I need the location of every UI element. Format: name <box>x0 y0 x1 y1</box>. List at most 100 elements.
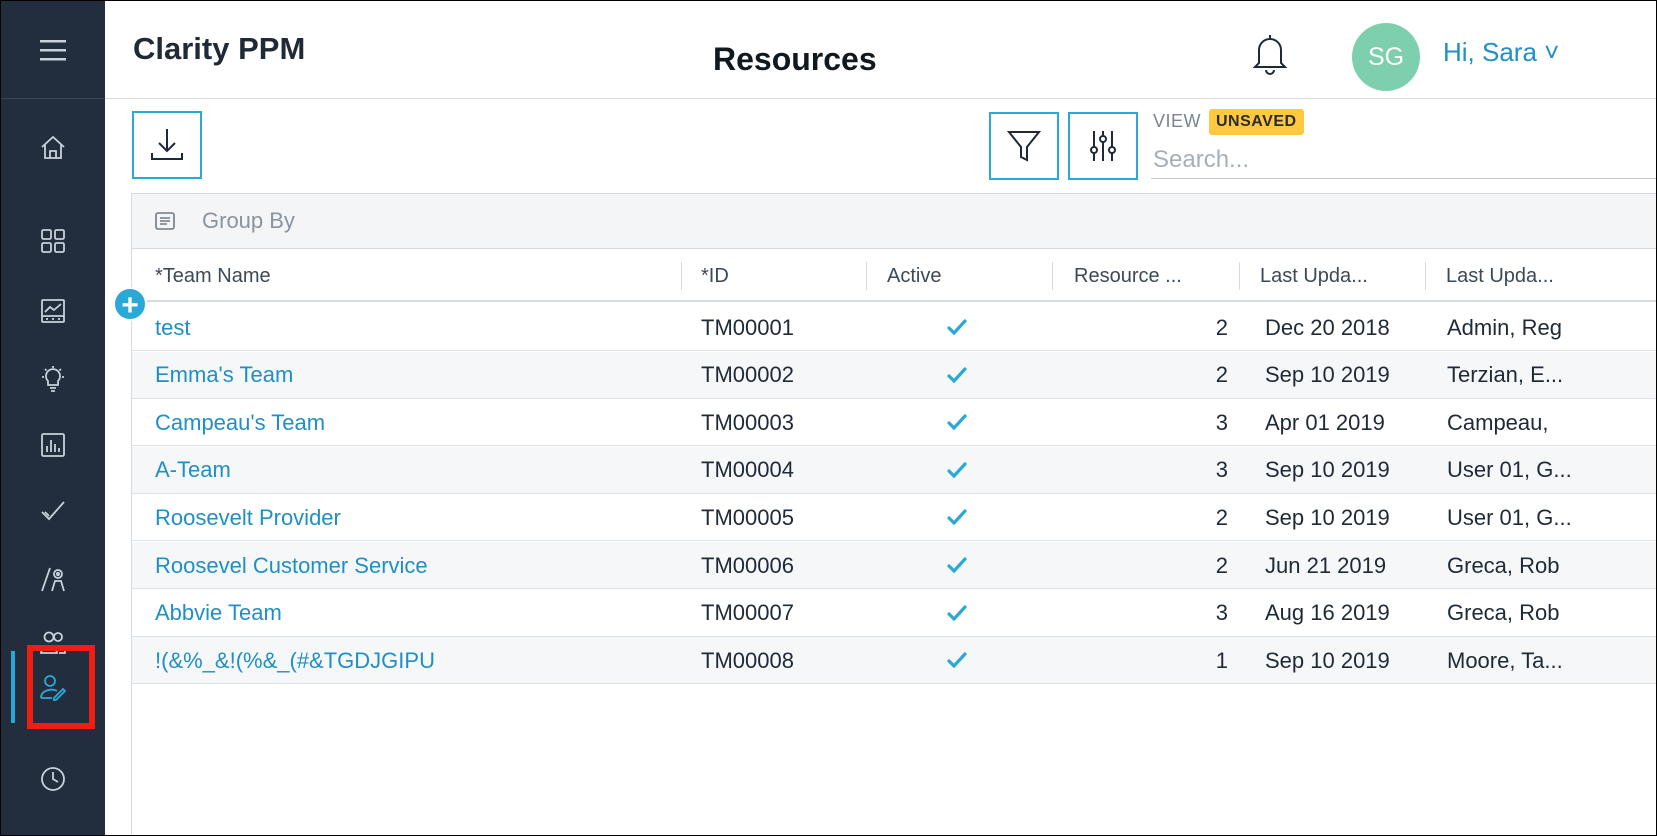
team-name-link[interactable]: Campeau's Team <box>155 399 675 446</box>
chart-board-icon <box>41 299 65 323</box>
nav-dashboards[interactable] <box>1 213 105 269</box>
view-label: VIEW <box>1153 111 1202 131</box>
table-row[interactable]: Campeau's Team TM00003 3 Apr 01 2019 Cam… <box>132 399 1656 447</box>
team-name-link[interactable]: test <box>155 304 675 351</box>
table-row[interactable]: A-Team TM00004 3 Sep 10 2019 User 01, G.… <box>132 446 1656 494</box>
column-header-last-updated-by[interactable]: Last Upda... <box>1446 250 1596 302</box>
team-id-cell: TM00005 <box>701 504 794 530</box>
team-name-link[interactable]: A-Team <box>155 447 675 494</box>
team-name-link[interactable]: Emma's Team <box>155 352 675 399</box>
team-id-cell: TM00008 <box>701 647 794 673</box>
bell-icon[interactable] <box>1250 31 1290 75</box>
active-check-icon <box>947 557 967 573</box>
filter-button[interactable] <box>989 112 1059 180</box>
dashboard-grid-icon <box>41 229 65 253</box>
nav-timesheets[interactable] <box>1 751 105 807</box>
resource-count-cell: 3 <box>1215 409 1228 435</box>
active-check-icon <box>947 652 967 669</box>
team-name-link[interactable]: !(&%_&!(%&_(#&TGDJGIPU <box>155 637 675 684</box>
nav-home[interactable] <box>1 119 105 175</box>
team-name-link[interactable]: Roosevel Customer Service <box>155 542 675 589</box>
table-row[interactable]: Roosevel Customer Service TM00006 2 Jun … <box>132 542 1656 589</box>
column-divider[interactable] <box>1425 262 1426 290</box>
last-updated-cell: Dec 20 2018 <box>1265 314 1390 340</box>
resource-count-cell: 2 <box>1215 552 1228 578</box>
clock-icon <box>41 767 65 791</box>
active-check-icon <box>947 414 967 431</box>
team-id-cell: TM00001 <box>701 314 794 340</box>
top-header: Clarity PPM Resources SG Hi, Sara ˅ <box>105 1 1656 99</box>
team-id-cell: TM00003 <box>701 409 794 435</box>
column-header-id[interactable]: *ID <box>701 250 851 302</box>
nav-active-indicator <box>11 651 15 723</box>
column-divider[interactable] <box>866 262 867 290</box>
team-id-cell: TM00004 <box>701 457 794 483</box>
last-updated-by-cell: Greca, Rob <box>1447 552 1560 578</box>
table-row[interactable]: Abbvie Team TM00007 3 Aug 16 2019 Greca,… <box>132 590 1656 637</box>
nav-roadmaps[interactable] <box>1 283 105 339</box>
team-name-link[interactable]: Abbvie Team <box>155 590 675 637</box>
column-divider[interactable] <box>1052 262 1053 290</box>
active-check-icon <box>947 319 967 335</box>
last-updated-cell: Sep 10 2019 <box>1265 362 1390 388</box>
active-check-icon <box>947 509 967 526</box>
nav-staffing[interactable] <box>1 551 105 607</box>
last-updated-by-cell: Campeau, <box>1447 409 1549 435</box>
column-header-row: *Team Name *ID Active Resource ... Last … <box>132 250 1656 302</box>
column-header-active[interactable]: Active <box>887 250 1037 302</box>
last-updated-by-cell: User 01, G... <box>1447 457 1572 483</box>
last-updated-cell: Sep 10 2019 <box>1265 457 1390 483</box>
column-header-last-updated[interactable]: Last Upda... <box>1260 250 1410 302</box>
column-divider[interactable] <box>681 262 682 290</box>
search-input[interactable] <box>1151 141 1656 179</box>
home-icon <box>41 135 65 159</box>
active-check-icon <box>947 462 967 478</box>
unsaved-badge[interactable]: UNSAVED <box>1209 109 1304 135</box>
app-frame: Clarity PPM Resources SG Hi, Sara ˅ VIEW… <box>0 0 1657 836</box>
column-divider[interactable] <box>1239 262 1240 290</box>
resource-count-cell: 2 <box>1215 314 1228 340</box>
teams-grid: Group By *Team Name *ID Active Resource … <box>131 193 1656 835</box>
nav-tasks[interactable] <box>1 483 105 539</box>
last-updated-cell: Jun 21 2019 <box>1265 552 1387 578</box>
add-row-button[interactable]: + <box>113 287 147 322</box>
last-updated-by-cell: Greca, Rob <box>1447 600 1560 626</box>
table-row[interactable]: Roosevelt Provider TM00005 2 Sep 10 2019… <box>132 494 1656 542</box>
checkmark-icon <box>41 501 65 521</box>
user-menu[interactable]: Hi, Sara ˅ <box>1443 37 1559 68</box>
export-button[interactable] <box>132 111 202 179</box>
resource-count-cell: 3 <box>1215 457 1228 483</box>
menu-button[interactable] <box>1 1 105 99</box>
filter-icon <box>1006 131 1042 162</box>
download-icon <box>151 129 183 160</box>
team-id-cell: TM00006 <box>701 552 794 578</box>
resource-count-cell: 2 <box>1215 504 1228 530</box>
staffing-icon <box>41 567 65 592</box>
active-check-icon <box>947 366 967 383</box>
bar-chart-icon <box>41 433 65 457</box>
group-by-label: Group By <box>202 208 295 233</box>
avatar[interactable]: SG <box>1352 23 1420 91</box>
column-header-resources[interactable]: Resource ... <box>1074 250 1224 302</box>
lightbulb-icon <box>42 366 64 392</box>
list-box-icon <box>155 212 175 230</box>
highlight-box <box>27 645 95 729</box>
column-header-team-name[interactable]: *Team Name <box>155 250 665 302</box>
team-id-cell: TM00007 <box>701 600 794 626</box>
table-row[interactable]: test TM00001 2 Dec 20 2018 Admin, Reg <box>132 304 1656 351</box>
nav-ideas[interactable] <box>1 351 105 407</box>
table-row[interactable]: Emma's Team TM00002 2 Sep 10 2019 Terzia… <box>132 351 1656 399</box>
column-settings-button[interactable] <box>1068 112 1138 180</box>
resource-count-cell: 3 <box>1215 600 1228 626</box>
team-name-link[interactable]: Roosevelt Provider <box>155 494 675 541</box>
app-title: Clarity PPM <box>133 31 306 66</box>
last-updated-by-cell: Admin, Reg <box>1447 314 1562 340</box>
nav-reports[interactable] <box>1 417 105 473</box>
menu-icon <box>40 39 66 60</box>
sliders-icon <box>1090 131 1116 161</box>
last-updated-cell: Sep 10 2019 <box>1265 647 1390 673</box>
active-check-icon <box>947 604 967 621</box>
page-title: Resources <box>713 41 877 77</box>
group-by-bar[interactable]: Group By <box>132 194 1656 249</box>
table-row[interactable]: !(&%_&!(%&_(#&TGDJGIPU TM00008 1 Sep 10 … <box>132 637 1656 685</box>
